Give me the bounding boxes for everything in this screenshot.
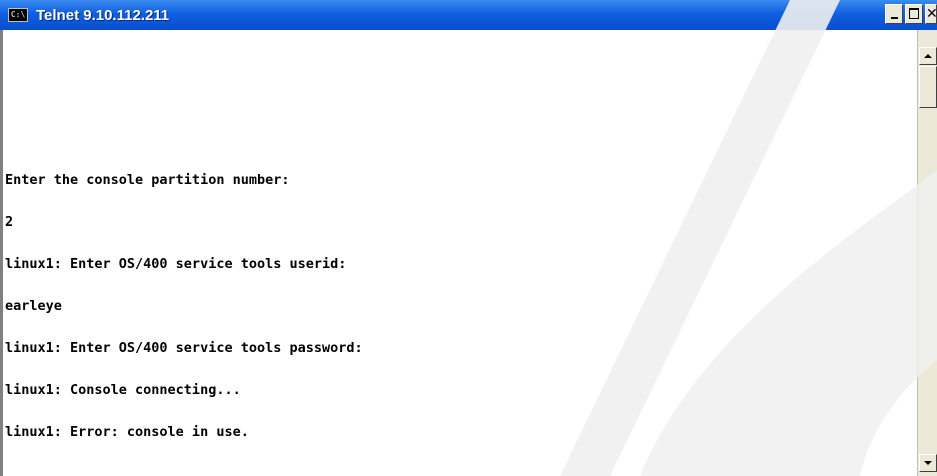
window-title: Telnet 9.10.112.211 xyxy=(36,6,170,24)
arrow-up-icon xyxy=(924,54,932,58)
console-line: Enter the console partition number: xyxy=(5,172,290,188)
close-icon: ✕ xyxy=(926,6,937,22)
telnet-window: C:\ Telnet 9.10.112.211 ✕ Enter the cons… xyxy=(0,0,937,476)
console-line: earleye xyxy=(5,298,62,314)
console-output[interactable]: Enter the console partition number: 2 li… xyxy=(0,30,917,476)
console-line: linux1: Console connecting... xyxy=(5,382,241,398)
maximize-button[interactable] xyxy=(905,4,923,24)
scroll-down-button[interactable] xyxy=(919,454,937,472)
scroll-thumb[interactable] xyxy=(919,66,937,108)
minimize-button[interactable] xyxy=(885,4,903,24)
arrow-down-icon xyxy=(924,461,932,465)
console-line: 2 xyxy=(5,214,14,230)
console-icon[interactable]: C:\ xyxy=(8,8,28,22)
scroll-up-button[interactable] xyxy=(919,47,937,65)
minimize-icon xyxy=(891,17,898,19)
maximize-icon xyxy=(909,8,919,19)
console-lines: Enter the console partition number: 2 li… xyxy=(5,145,363,467)
title-bar[interactable]: C:\ Telnet 9.10.112.211 ✕ xyxy=(0,0,937,30)
console-line: linux1: Enter OS/400 service tools useri… xyxy=(5,256,347,272)
window-controls: ✕ xyxy=(885,4,937,24)
console-line: linux1: Enter OS/400 service tools passw… xyxy=(5,340,363,356)
vertical-scrollbar[interactable] xyxy=(917,30,937,476)
close-button[interactable]: ✕ xyxy=(925,4,937,24)
console-line: linux1: Error: console in use. xyxy=(5,424,249,440)
